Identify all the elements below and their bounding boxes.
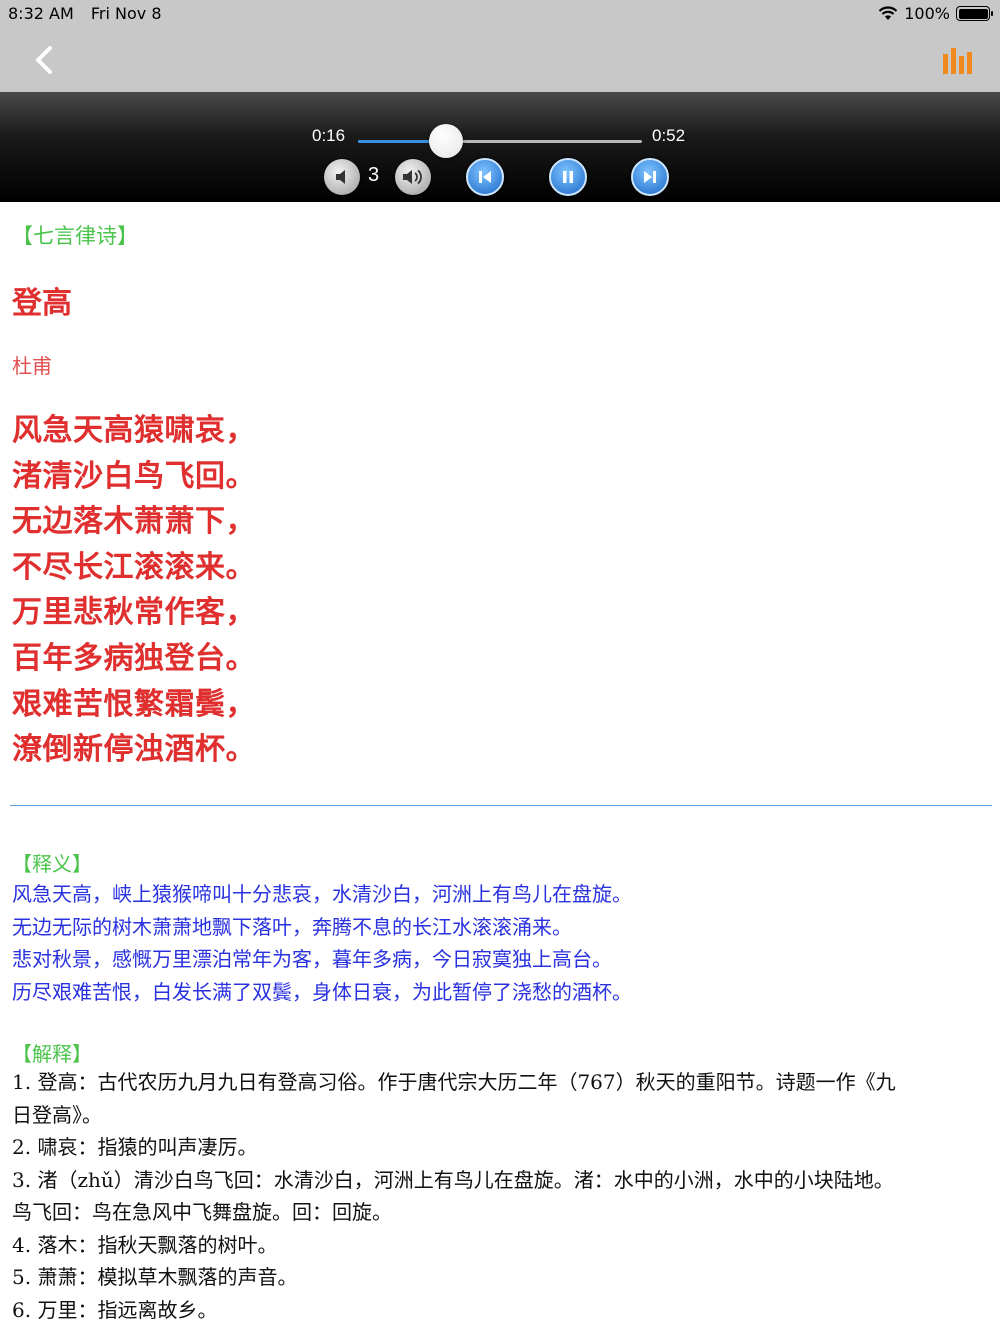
poem-genre: 【七言律诗】 — [12, 224, 138, 248]
note-line: 5. 萧萧：模拟草木飘落的声音。 — [12, 1265, 298, 1289]
status-date: Fri Nov 8 — [90, 4, 162, 23]
bars-icon — [943, 48, 972, 74]
volume-level: 3 — [368, 164, 380, 186]
speaker-low-icon — [336, 170, 345, 184]
volume-up-button[interactable] — [395, 159, 431, 195]
next-button[interactable] — [631, 158, 669, 196]
note-line: 鸟飞回：鸟在急风中飞舞盘旋。回：回旋。 — [12, 1200, 392, 1224]
meaning-section: 风急天高，峡上猿猴啼叫十分悲哀，水清沙白，河洲上有鸟儿在盘旋。 无边无际的树木萧… — [12, 878, 632, 1008]
back-button[interactable] — [28, 44, 60, 76]
note-line: 1. 登高：古代农历九月九日有登高习俗。作于唐代宗大历二年（767）秋天的重阳节… — [12, 1070, 896, 1094]
poem-line: 风急天高猿啸哀， — [12, 413, 256, 448]
status-bar: 8:32 AM Fri Nov 8 100% — [0, 0, 1000, 28]
meaning-line: 历尽艰难苦恨，白发长满了双鬓，身体日衰，为此暂停了浇愁的酒杯。 — [12, 979, 632, 1004]
meaning-line: 风急天高，峡上猿猴啼叫十分悲哀，水清沙白，河洲上有鸟儿在盘旋。 — [12, 882, 632, 906]
poem-line: 艰难苦恨繁霜鬓， — [12, 686, 256, 722]
meaning-line: 悲对秋景，感慨万里漂泊常年为客，暮年多病，今日寂寞独上高台。 — [12, 947, 612, 972]
pause-button[interactable] — [549, 158, 587, 196]
poem-line: 万里悲秋常作客， — [12, 595, 256, 631]
skip-previous-icon — [479, 171, 491, 183]
top-bar: 8:32 AM Fri Nov 8 100% — [0, 0, 1000, 92]
battery-fill — [958, 8, 988, 19]
wifi-icon — [878, 6, 898, 20]
notes-label: 【解释】 — [12, 1042, 92, 1066]
poem-content: 【七言律诗】 登高 杜甫 风急天高猿啸哀， 渚清沙白鸟飞回。 无边落木萧萧下， … — [0, 202, 1000, 1334]
volume-down-button[interactable] — [324, 159, 360, 195]
poem-line: 潦倒新停浊酒杯。 — [12, 732, 256, 768]
meaning-line: 无边无际的树木萧萧地飘下落叶，奔腾不息的长江水滚滚涌来。 — [12, 914, 572, 939]
poem-author: 杜甫 — [12, 354, 52, 378]
divider — [10, 805, 992, 806]
poem-line: 渚清沙白鸟飞回。 — [12, 458, 256, 494]
progress-slider[interactable] — [358, 124, 642, 158]
playlist-button[interactable] — [942, 46, 974, 76]
note-line: 3. 渚（zhǔ）清沙白鸟飞回：水清沙白，河洲上有鸟儿在盘旋。渚：水中的小洲，水… — [12, 1167, 894, 1192]
chevron-left-icon — [36, 46, 52, 74]
note-line: 日登高》。 — [12, 1102, 102, 1127]
speaker-high-icon — [403, 169, 422, 185]
poem-line: 不尽长江滚滚来。 — [12, 549, 256, 585]
poem-line: 百年多病独登台。 — [12, 640, 256, 676]
status-time: 8:32 AM — [8, 4, 74, 23]
total-time: 0:52 — [652, 126, 686, 145]
previous-button[interactable] — [466, 158, 504, 196]
progress-thumb[interactable] — [429, 124, 464, 158]
note-line: 2. 啸哀：指猿的叫声凄厉。 — [12, 1135, 258, 1159]
elapsed-time: 0:16 — [312, 126, 346, 145]
meaning-label: 【释义】 — [12, 852, 92, 876]
poem-body: 风急天高猿啸哀， 渚清沙白鸟飞回。 无边落木萧萧下， 不尽长江滚滚来。 万里悲秋… — [12, 408, 256, 773]
notes-section: 1. 登高：古代农历九月九日有登高习俗。作于唐代宗大历二年（767）秋天的重阳节… — [12, 1066, 987, 1326]
audio-player: 0:16 0:52 3 — [0, 92, 1000, 202]
note-line: 4. 落木：指秋天飘落的树叶。 — [12, 1232, 278, 1257]
note-line: 6. 万里：指远离故乡。 — [12, 1297, 218, 1322]
battery-percent: 100% — [904, 4, 950, 23]
battery-icon — [956, 6, 993, 21]
skip-next-icon — [644, 171, 656, 183]
poem-title: 登高 — [12, 286, 72, 321]
poem-line: 无边落木萧萧下， — [12, 504, 256, 540]
pause-icon — [563, 171, 573, 183]
